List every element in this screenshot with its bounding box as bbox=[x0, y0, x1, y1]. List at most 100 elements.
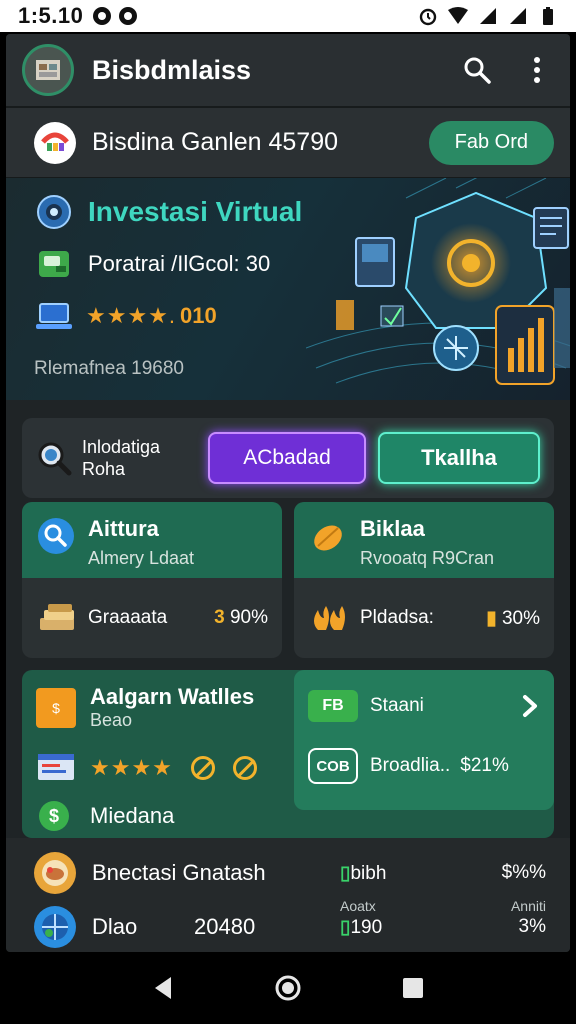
battery-icon bbox=[543, 7, 553, 25]
hero-title: Investasi Virtual bbox=[88, 196, 303, 227]
disabled-icon bbox=[190, 756, 215, 780]
card-biklaa[interactable]: Biklaa Rvooatq R9Cran Pldadsa: ▮ 30% bbox=[294, 502, 554, 658]
list-item-right: $%% bbox=[501, 862, 546, 883]
panel-rating-row: ★★★★ bbox=[36, 750, 257, 786]
card-body-label: Pldadsa: bbox=[360, 607, 434, 628]
leaf-icon bbox=[308, 516, 348, 556]
status-right bbox=[418, 6, 558, 26]
status-time: 1:5.10 bbox=[18, 3, 84, 28]
account-balance-text: Bisdina Ganlen 45790 bbox=[92, 128, 339, 156]
browser-icon bbox=[38, 754, 74, 780]
laptop-icon bbox=[34, 296, 74, 336]
rating-stars: ★★★★. bbox=[86, 303, 177, 328]
card-value-text: 30% bbox=[501, 607, 540, 629]
panel-right-row2-text: Broadlia.. bbox=[370, 755, 451, 776]
signal-icon-2 bbox=[510, 8, 526, 24]
more-vert-icon bbox=[534, 57, 540, 83]
app-title: Bisbdmlaiss bbox=[92, 54, 252, 85]
globe-icon bbox=[34, 192, 74, 232]
action-label-line1: Inlodatiga bbox=[82, 437, 161, 457]
panel-left: $ Aalgarn Watlles Beao ★★★★ $ Miedana bbox=[22, 670, 296, 838]
card-titles: Aittura Almery Ldaat bbox=[88, 516, 194, 569]
list-item[interactable]: Dlao 20480 ▯190 3% bbox=[34, 906, 546, 948]
system-nav-bar bbox=[0, 952, 576, 1024]
status-bar: 1:5.10 bbox=[0, 0, 576, 32]
wifi-icon bbox=[448, 7, 468, 24]
overflow-menu-button[interactable] bbox=[520, 53, 554, 87]
tech-illustration bbox=[306, 178, 570, 385]
card-subtitle: Almery Ldaat bbox=[88, 548, 195, 568]
list-item-right: 3% bbox=[518, 916, 546, 937]
dollar-circle-icon: $ bbox=[39, 801, 69, 831]
hero-footer-text: Rlemafnea 19680 bbox=[34, 358, 184, 379]
card-title: Aittura bbox=[88, 516, 159, 541]
card-body-label: Graaaata bbox=[88, 607, 168, 628]
search-button[interactable] bbox=[460, 53, 494, 87]
panel-right-row2-value: $21% bbox=[460, 755, 509, 776]
account-avatar bbox=[34, 121, 76, 164]
cob-badge: COB bbox=[308, 748, 358, 784]
primary-action-button[interactable]: ACbadad bbox=[208, 432, 366, 484]
action-label-line2: Roha bbox=[82, 459, 126, 479]
panel-right-row1[interactable]: FB Staani bbox=[308, 690, 540, 722]
svg-text:$: $ bbox=[49, 806, 59, 826]
panel-subtitle: Beao bbox=[90, 710, 133, 730]
colorful-logo-icon bbox=[41, 132, 69, 151]
recents-button[interactable] bbox=[393, 968, 433, 1008]
card-header: Biklaa Rvooatq R9Cran bbox=[294, 502, 554, 578]
home-icon bbox=[275, 975, 301, 1001]
search-circle-icon bbox=[36, 516, 76, 556]
card-value-icon: 3 bbox=[214, 607, 225, 628]
transaction-list: Bnectasi Gnatash ▯bibh $%% Aoatx Anniti … bbox=[6, 838, 570, 952]
hero-title-row: Investasi Virtual bbox=[34, 192, 302, 232]
list-item-mid: ▯bibh bbox=[340, 862, 387, 884]
card-body: Pldadsa: ▮ 30% bbox=[294, 578, 554, 658]
card-subtitle: Rvooatq R9Cran bbox=[360, 548, 495, 568]
money-stack-icon bbox=[40, 604, 74, 630]
panel-row3-text: Miedana bbox=[90, 803, 175, 828]
action-row: Inlodatiga Roha ACbadad Tkallha bbox=[22, 418, 554, 498]
secondary-action-button[interactable]: Tkallha bbox=[378, 432, 540, 484]
app-notification-icon bbox=[119, 7, 138, 25]
back-icon bbox=[154, 977, 171, 999]
list-item-value: 20480 bbox=[194, 914, 256, 939]
card-value-icon: ▮ bbox=[486, 607, 497, 629]
recents-icon bbox=[403, 978, 424, 998]
alarm-icon bbox=[419, 8, 437, 26]
card-body-value: 3 90% bbox=[214, 607, 268, 629]
card-body: Graaaata 3 90% bbox=[22, 578, 282, 658]
wallet-icon bbox=[34, 244, 74, 284]
food-icon bbox=[34, 852, 76, 894]
card-header: Aittura Almery Ldaat bbox=[22, 502, 282, 578]
status-left-icons bbox=[93, 7, 138, 25]
panel-row3: $ Miedana bbox=[36, 798, 174, 834]
fire-icon bbox=[314, 606, 345, 630]
back-button[interactable] bbox=[143, 968, 183, 1008]
list-item-title: Dlao bbox=[92, 914, 138, 939]
list-item[interactable]: Bnectasi Gnatash ▯bibh $%% bbox=[34, 852, 546, 894]
app-logo bbox=[22, 44, 74, 96]
panel-stars: ★★★★ bbox=[90, 755, 173, 780]
panel-right-row1-text: Staani bbox=[370, 695, 424, 716]
panel-right-row2: COB Broadlia.. $21% bbox=[308, 748, 509, 784]
search-icon bbox=[464, 57, 491, 84]
account-bar: Bisdina Ganlen 45790 Fab Ord bbox=[6, 108, 570, 178]
store-icon bbox=[36, 60, 60, 80]
card-value-text: 90% bbox=[229, 607, 268, 628]
order-button[interactable]: Fab Ord bbox=[428, 120, 554, 165]
app-window: Bisbdmlaiss Bisdina Ganlen 45790 Fab Ord… bbox=[6, 34, 570, 952]
hero-rating-row: ★★★★. 010 bbox=[34, 296, 217, 336]
hero-info-row: Poratrai /IlGcol: 30 bbox=[34, 244, 270, 284]
card-titles: Biklaa Rvooatq R9Cran bbox=[360, 516, 494, 569]
app-bar: Bisbdmlaiss bbox=[6, 34, 570, 108]
action-label: Inlodatiga Roha bbox=[82, 436, 208, 480]
panel-title-row: $ Aalgarn Watlles Beao bbox=[36, 684, 254, 731]
notification-icon bbox=[93, 7, 112, 25]
list-item-title: Bnectasi Gnatash bbox=[92, 860, 266, 885]
home-button[interactable] bbox=[268, 968, 308, 1008]
globe-avatar-icon bbox=[34, 906, 76, 948]
hero-info-text: Poratrai /IlGcol: 30 bbox=[88, 251, 271, 276]
hero-banner: Investasi Virtual Poratrai /IlGcol: 30 ★… bbox=[6, 178, 570, 400]
card-aittura[interactable]: Aittura Almery Ldaat Graaaata 3 90% bbox=[22, 502, 282, 658]
disabled-icon-2 bbox=[232, 756, 257, 780]
